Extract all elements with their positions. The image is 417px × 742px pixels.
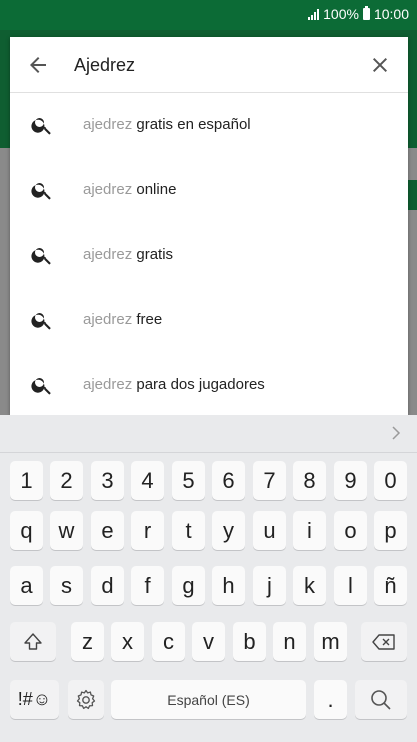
key-c[interactable]: c — [152, 622, 185, 661]
backspace-key[interactable] — [361, 622, 407, 661]
space-key[interactable]: Español (ES) — [111, 680, 306, 719]
key-h[interactable]: h — [212, 566, 245, 605]
key-3[interactable]: 3 — [91, 461, 124, 500]
key-w[interactable]: w — [50, 511, 83, 550]
key-x[interactable]: x — [111, 622, 144, 661]
suggestion-text: ajedrez gratis en español — [83, 116, 251, 133]
key-d[interactable]: d — [91, 566, 124, 605]
keyboard-toolbar — [0, 415, 417, 453]
suggestion-text: ajedrez online — [83, 181, 176, 198]
key-p[interactable]: p — [374, 511, 407, 550]
period-key[interactable]: . — [314, 680, 347, 719]
shift-icon — [24, 632, 42, 650]
search-bar — [10, 37, 408, 93]
suggestion-item[interactable]: ajedrez gratis en español — [10, 93, 408, 158]
backspace-icon — [372, 633, 395, 650]
key-1[interactable]: 1 — [10, 461, 43, 500]
close-icon[interactable] — [368, 53, 392, 77]
suggestion-item[interactable]: ajedrez para dos jugadores — [10, 353, 408, 418]
shift-key[interactable] — [10, 622, 56, 661]
suggestion-completion: gratis en español — [136, 116, 251, 133]
search-icon — [31, 118, 51, 135]
key-4[interactable]: 4 — [131, 461, 164, 500]
arrow-left-icon[interactable] — [26, 53, 50, 77]
suggestion-text: ajedrez gratis — [83, 246, 173, 263]
key-t[interactable]: t — [172, 511, 205, 550]
key-5[interactable]: 5 — [172, 461, 205, 500]
search-icon — [31, 248, 51, 265]
clock: 10:00 — [373, 6, 409, 22]
suggestion-item[interactable]: ajedrez gratis — [10, 223, 408, 288]
key-i[interactable]: i — [293, 511, 326, 550]
suggestion-item[interactable]: ajedrez online — [10, 158, 408, 223]
chevron-right-icon[interactable] — [386, 423, 406, 443]
suggestion-completion: para dos jugadores — [136, 376, 265, 393]
signal-icon — [308, 8, 320, 20]
status-bar: 100% 10:00 — [0, 0, 417, 30]
search-key[interactable] — [355, 680, 407, 719]
suggestion-completion: online — [136, 181, 177, 198]
key-v[interactable]: v — [192, 622, 225, 661]
key-b[interactable]: b — [233, 622, 266, 661]
key-y[interactable]: y — [212, 511, 245, 550]
search-icon — [31, 183, 51, 200]
key-n[interactable]: n — [273, 622, 306, 661]
gear-icon — [76, 689, 96, 709]
key-u[interactable]: u — [253, 511, 286, 550]
search-icon — [31, 378, 51, 395]
key-9[interactable]: 9 — [334, 461, 367, 500]
symbols-key[interactable]: !#☺ — [10, 680, 59, 719]
suggestion-text: ajedrez free — [83, 311, 162, 328]
key-q[interactable]: q — [10, 511, 43, 550]
suggestion-query: ajedrez — [83, 311, 133, 328]
battery-icon — [362, 6, 370, 20]
key-6[interactable]: 6 — [212, 461, 245, 500]
suggestion-query: ajedrez — [83, 376, 133, 393]
status-indicators: 100% 10:00 — [308, 6, 409, 22]
key-j[interactable]: j — [253, 566, 286, 605]
key-0[interactable]: 0 — [374, 461, 407, 500]
suggestion-query: ajedrez — [83, 181, 133, 198]
key-s[interactable]: s — [50, 566, 83, 605]
key-a[interactable]: a — [10, 566, 43, 605]
key-r[interactable]: r — [131, 511, 164, 550]
keyboard: 1 2 3 4 5 6 7 8 9 0 q w e r t y u i o p … — [0, 415, 417, 742]
battery-percent: 100% — [323, 6, 359, 22]
suggestion-item[interactable]: ajedrez free — [10, 288, 408, 353]
key-z[interactable]: z — [71, 622, 104, 661]
suggestion-text: ajedrez para dos jugadores — [83, 376, 265, 393]
key-g[interactable]: g — [172, 566, 205, 605]
suggestion-query: ajedrez — [83, 116, 133, 133]
suggestion-list: ajedrez gratis en español ajedrez online… — [10, 93, 408, 418]
key-l[interactable]: l — [334, 566, 367, 605]
search-panel: ajedrez gratis en español ajedrez online… — [10, 37, 408, 415]
suggestion-completion: gratis — [136, 246, 174, 263]
key-k[interactable]: k — [293, 566, 326, 605]
search-icon — [31, 313, 51, 330]
key-2[interactable]: 2 — [50, 461, 83, 500]
key-8[interactable]: 8 — [293, 461, 326, 500]
search-input[interactable] — [74, 51, 354, 79]
key-o[interactable]: o — [334, 511, 367, 550]
key-f[interactable]: f — [131, 566, 164, 605]
key-n-tilde[interactable]: ñ — [374, 566, 407, 605]
key-e[interactable]: e — [91, 511, 124, 550]
suggestion-query: ajedrez — [83, 246, 133, 263]
suggestion-completion: free — [136, 311, 163, 328]
key-7[interactable]: 7 — [253, 461, 286, 500]
key-m[interactable]: m — [314, 622, 347, 661]
settings-key[interactable] — [68, 680, 104, 719]
search-icon — [371, 689, 391, 710]
